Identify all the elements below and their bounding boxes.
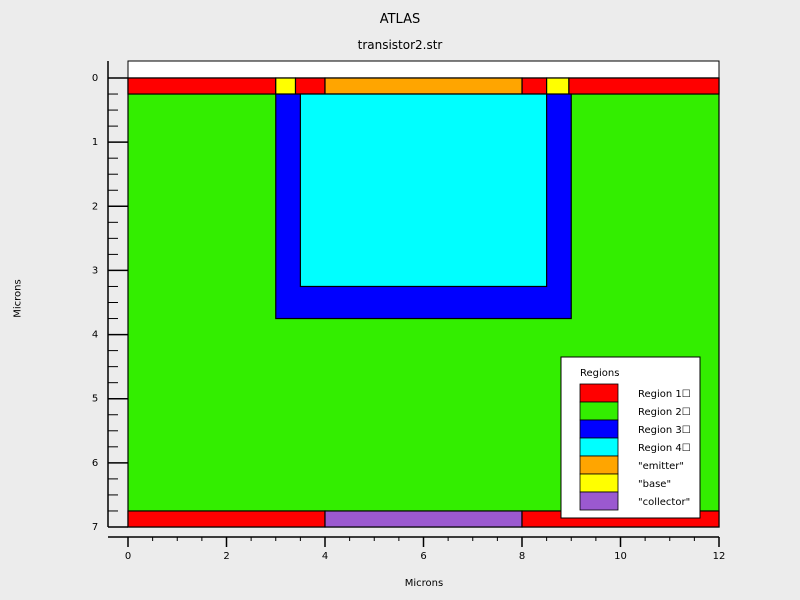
y-tick-label: 3 xyxy=(92,265,98,276)
legend: Regions Region 1☐ Region 2☐ Region 3☐ Region… xyxy=(560,356,701,519)
legend-swatch xyxy=(579,473,619,493)
legend-title: Regions xyxy=(580,368,619,379)
legend-entry-label: Region 2☐ xyxy=(638,407,691,418)
collector-contact xyxy=(324,510,523,528)
legend-swatch xyxy=(579,455,619,475)
legend-entry-label: "base" xyxy=(638,479,671,490)
base-right xyxy=(546,77,570,95)
emitter-contact xyxy=(324,77,523,95)
region-1-bottom-left xyxy=(127,510,326,528)
plot-top-blank-area xyxy=(127,60,720,79)
x-tick-label: 8 xyxy=(519,551,525,562)
x-tick-label: 12 xyxy=(713,551,726,562)
legend-entry-label: Region 4☐ xyxy=(638,443,691,454)
legend-swatch xyxy=(579,383,619,403)
legend-swatch xyxy=(579,491,619,511)
legend-entry-label: Region 1☐ xyxy=(638,389,691,400)
region-4-core xyxy=(299,93,548,288)
y-tick-label: 7 xyxy=(92,522,98,533)
y-tick-label: 1 xyxy=(92,137,98,148)
y-tick-label: 5 xyxy=(92,394,98,405)
x-tick-label: 0 xyxy=(125,551,131,562)
region-plot-svg: 012345670 2 4 6 8 10 12 RegionsRegion 1☐Region… xyxy=(92,60,726,562)
region-1-top-left xyxy=(127,77,277,95)
atlas-plot-window: ATLAS transistor2.str Microns Microns 01… xyxy=(0,0,800,600)
x-tick-label: 6 xyxy=(420,551,426,562)
x-tick-label: 10 xyxy=(614,551,627,562)
x-tick-label: 2 xyxy=(223,551,229,562)
legend-swatch xyxy=(579,401,619,421)
base-left xyxy=(275,77,297,95)
legend-entry-label: "emitter" xyxy=(638,461,684,472)
x-tick-label: 4 xyxy=(322,551,328,562)
legend-entry-label: "collector" xyxy=(638,497,690,508)
region-1-top-between-right xyxy=(521,77,548,95)
y-tick-label: 0 xyxy=(92,73,98,84)
legend-entry-label: Region 3☐ xyxy=(638,425,691,436)
y-tick-label: 2 xyxy=(92,201,98,212)
region-1-top-right xyxy=(568,77,720,95)
legend-swatch xyxy=(579,419,619,439)
legend-swatch xyxy=(579,437,619,457)
region-1-top-between-left xyxy=(294,77,326,95)
y-tick-label: 6 xyxy=(92,458,98,469)
y-tick-label: 4 xyxy=(92,330,98,341)
